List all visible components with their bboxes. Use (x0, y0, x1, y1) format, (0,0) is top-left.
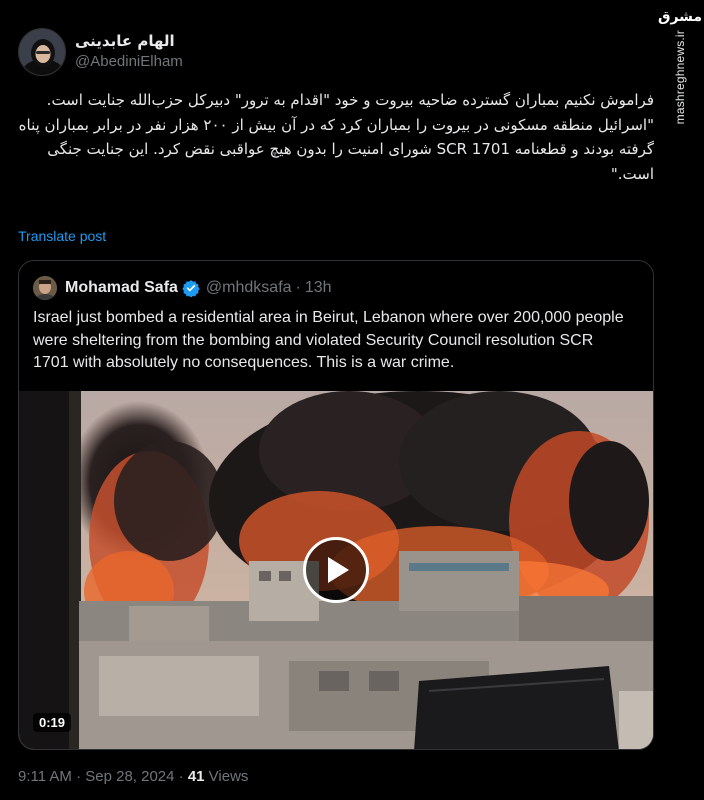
quoted-tweet[interactable]: Mohamad Safa @mhdksafa · 13h Israel just… (18, 260, 654, 750)
quoted-author-handle[interactable]: @mhdksafa (206, 279, 292, 297)
quoted-post-time[interactable]: 13h (305, 279, 332, 297)
watermark: مشرق mashreghnews.ir (658, 8, 703, 128)
quoted-author-avatar[interactable] (33, 276, 57, 300)
quoted-author-name[interactable]: Mohamad Safa (65, 279, 178, 297)
author-avatar[interactable] (18, 28, 66, 76)
post-meta: 9:11 AM · Sep 28, 2024 · 41 Views (18, 768, 248, 785)
views-count: 41 (187, 768, 205, 785)
author-display-name[interactable]: الهام عابدینی (75, 31, 183, 51)
translate-post-link[interactable]: Translate post (18, 228, 106, 244)
tweet-text: فراموش نکنیم بمباران گسترده ضاحیه بیروت … (18, 91, 654, 183)
quoted-tweet-header: Mohamad Safa @mhdksafa · 13h (33, 275, 332, 301)
author-handle[interactable]: @AbediniElham (75, 51, 183, 73)
watermark-url: mashreghnews.ir (673, 30, 687, 125)
separator-dot: · (295, 279, 301, 296)
video-player[interactable]: 0:19 (19, 391, 653, 749)
play-button[interactable] (303, 537, 369, 603)
tweet-header: الهام عابدینی @AbediniElham (18, 28, 183, 76)
quoted-tweet-text: Israel just bombed a residential area in… (33, 309, 624, 371)
post-timestamp[interactable]: 9:11 AM · Sep 28, 2024 · (18, 768, 188, 785)
views-label: Views (204, 768, 249, 785)
video-duration: 0:19 (33, 713, 72, 732)
play-icon (328, 557, 349, 583)
watermark-logo: مشرق (657, 9, 703, 25)
verified-badge-icon (182, 279, 200, 298)
